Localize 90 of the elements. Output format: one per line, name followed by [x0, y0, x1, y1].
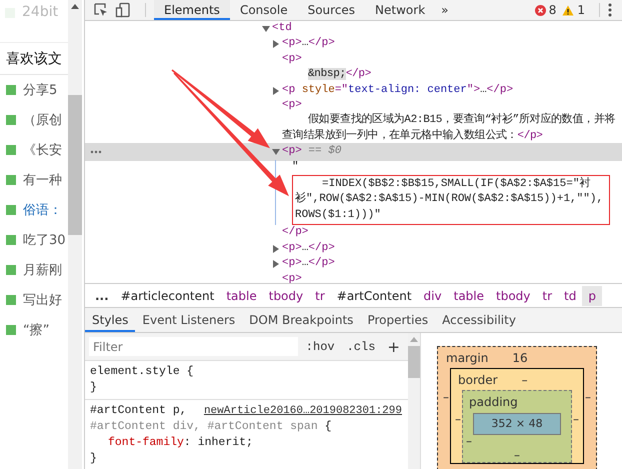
- bullet-icon: [6, 115, 16, 125]
- dom-node[interactable]: <p style="text-align: center">…</p>: [272, 82, 622, 98]
- bullet-icon: [6, 265, 16, 275]
- bullet-icon: [6, 175, 16, 185]
- node-text: 假如要查找的区域为A2:B15，要查询“衬衫”所对应的数值，并将查询结果放到一列中，在单元格中输入数组公式：</p>: [281, 113, 616, 144]
- box-value: –: [513, 448, 521, 462]
- panel-tab[interactable]: DOM Breakpoints: [242, 308, 360, 332]
- breadcrumb[interactable]: table: [448, 286, 490, 306]
- article-link[interactable]: 吃了30: [23, 231, 66, 249]
- article-link[interactable]: 俗语：: [23, 201, 62, 219]
- expanded-triangle-icon[interactable]: [272, 148, 280, 156]
- box-label: margin: [446, 350, 488, 364]
- expanded-triangle-icon[interactable]: [262, 25, 270, 33]
- article-link[interactable]: “擦”: [23, 321, 50, 339]
- breadcrumb[interactable]: tr: [309, 286, 331, 306]
- collapsed-triangle-icon[interactable]: [272, 86, 280, 95]
- box-value: –: [442, 389, 450, 404]
- article-link[interactable]: 《长安: [23, 141, 62, 159]
- hover-state-toggle[interactable]: :hov: [302, 340, 339, 354]
- panel-tab[interactable]: Event Listeners: [135, 308, 242, 332]
- dom-node[interactable]: <p>…</p>: [272, 240, 622, 256]
- warning-icon[interactable]: [562, 4, 574, 16]
- style-rule-line: #artContent p,: [90, 403, 187, 419]
- breadcrumb[interactable]: table: [220, 286, 263, 306]
- breadcrumb[interactable]: div: [418, 286, 448, 306]
- collapsed-triangle-icon[interactable]: [272, 244, 280, 253]
- bullet-icon: [6, 85, 16, 95]
- error-count[interactable]: 8: [534, 3, 556, 17]
- bullet-icon: [6, 325, 16, 335]
- article-link[interactable]: （原创: [23, 111, 62, 129]
- collapsed-triangle-icon[interactable]: [272, 40, 280, 48]
- new-rule-button[interactable]: +: [383, 338, 404, 356]
- article-link[interactable]: 分享5: [23, 81, 58, 99]
- breadcrumb[interactable]: td: [558, 286, 582, 306]
- bullet-icon: [6, 145, 16, 155]
- source-link[interactable]: newArticle20160…2019082301:299: [204, 403, 402, 419]
- panel-tab[interactable]: Accessibility: [435, 308, 523, 332]
- style-rule-line: font-family: inherit;: [107, 435, 253, 451]
- article-link[interactable]: 写出好: [23, 291, 62, 309]
- breadcrumb[interactable]: p: [582, 286, 602, 306]
- dom-node[interactable]: <p>: [272, 98, 622, 114]
- dom-node[interactable]: ": [282, 160, 622, 176]
- tab[interactable]: Network: [365, 0, 436, 20]
- content-box: 352 × 48: [473, 413, 561, 435]
- panel-tab[interactable]: Properties: [360, 308, 436, 332]
- tab[interactable]: Elements: [154, 0, 230, 20]
- box-value: –: [584, 389, 592, 404]
- filter-field[interactable]: Filter: [89, 337, 298, 356]
- bullet-icon: [6, 295, 16, 305]
- breadcrumb[interactable]: tbody: [262, 286, 310, 306]
- dom-node[interactable]: <p>…</p>: [272, 36, 622, 52]
- dom-node[interactable]: <p>: [272, 52, 622, 68]
- closing-tag: </p>: [272, 225, 622, 241]
- tab[interactable]: Sources: [298, 0, 366, 20]
- breadcrumb[interactable]: #articlecontent: [114, 286, 220, 306]
- article-link[interactable]: 有一种: [23, 171, 62, 189]
- collapsed-triangle-icon[interactable]: [272, 260, 280, 268]
- bullet-icon: [6, 235, 16, 245]
- breadcrumb[interactable]: ...: [89, 286, 115, 306]
- kebab-menu-icon[interactable]: [608, 3, 612, 17]
- warning-count[interactable]: 1: [562, 3, 585, 17]
- box-value: 16: [512, 350, 528, 364]
- scrollbar[interactable]: [68, 0, 82, 469]
- box-value: –: [465, 433, 473, 448]
- style-rule-line: element.style {: [90, 364, 194, 380]
- class-toggle[interactable]: .cls: [342, 340, 380, 354]
- box-value: –: [522, 372, 528, 386]
- node-text: &nbsp;</p>: [307, 67, 372, 82]
- bullet-icon: [6, 205, 16, 215]
- error-icon[interactable]: [534, 4, 546, 16]
- scrollbar[interactable]: [408, 333, 420, 469]
- dom-node[interactable]: <td: [262, 21, 622, 36]
- dom-node[interactable]: <p>: [272, 272, 622, 283]
- box-label: padding: [469, 394, 518, 408]
- tab[interactable]: Console: [230, 0, 298, 20]
- more-tabs-button[interactable]: »: [435, 0, 454, 20]
- style-rule-line: }: [90, 451, 97, 467]
- style-rule-line: }: [90, 380, 97, 396]
- box-value: –: [572, 411, 580, 426]
- inspect-icon[interactable]: [93, 2, 109, 18]
- more-icon[interactable]: [90, 150, 102, 154]
- dom-node[interactable]: <p>…</p>: [272, 256, 622, 272]
- box-label: border: [458, 372, 498, 386]
- breadcrumb[interactable]: tr: [536, 286, 558, 306]
- article-link[interactable]: 月薪刚: [23, 261, 62, 279]
- style-rule-line: #artContent div, #artContent span {: [90, 419, 332, 435]
- device-icon[interactable]: [115, 2, 131, 18]
- breadcrumb[interactable]: tbody: [490, 286, 536, 306]
- breadcrumb[interactable]: #artContent: [330, 286, 418, 306]
- box-value: –: [454, 411, 462, 426]
